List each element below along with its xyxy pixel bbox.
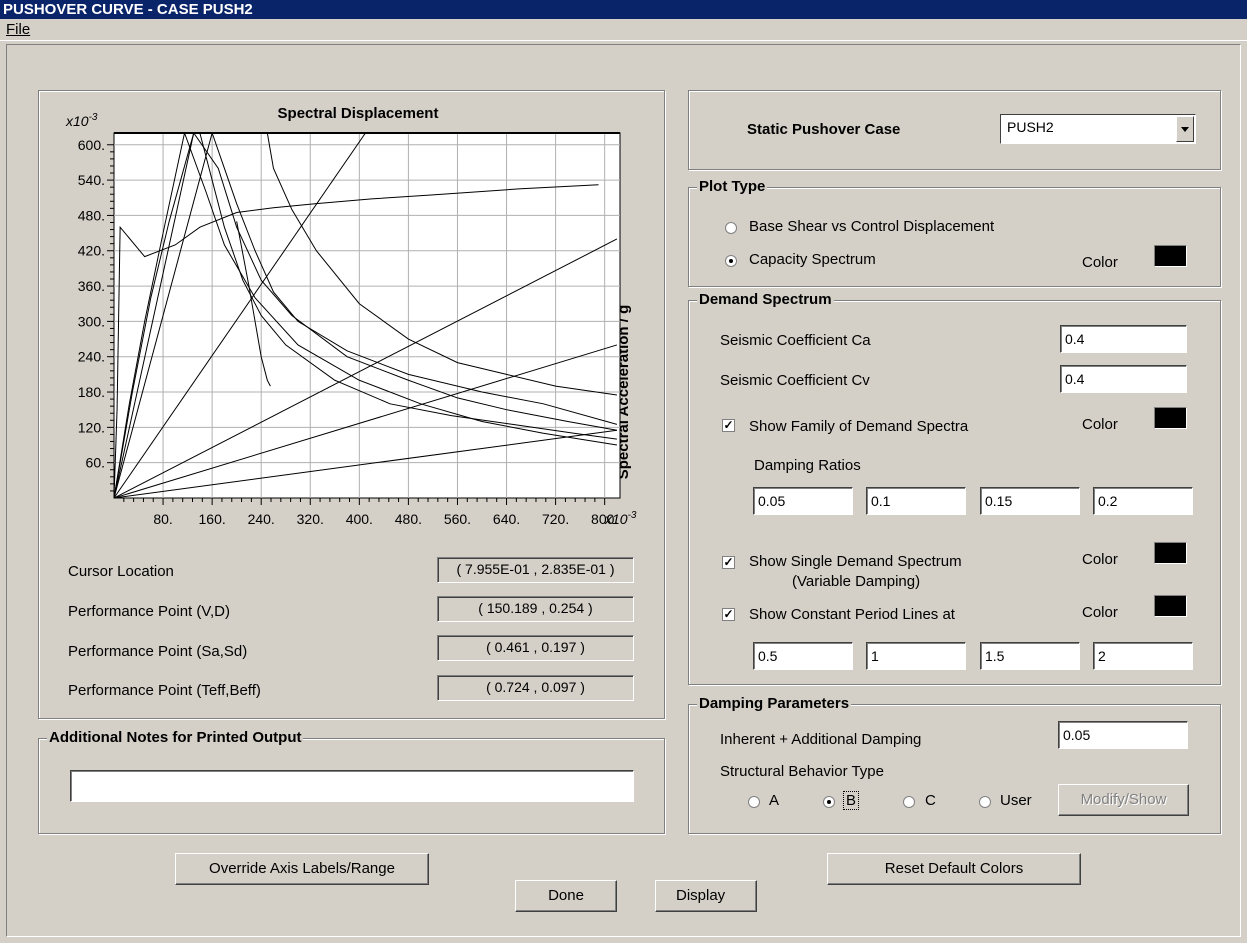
x-tick-label: 320. xyxy=(297,511,324,527)
y-tick-label: 240. xyxy=(78,349,105,365)
x-tick-label: 240. xyxy=(248,511,275,527)
period-input-4[interactable]: 2 xyxy=(1093,642,1193,670)
done-button[interactable]: Done xyxy=(515,880,617,912)
damping-params-title: Damping Parameters xyxy=(697,695,852,712)
pushover-case-label: Static Pushover Case xyxy=(747,121,901,138)
single-label: Show Single Demand Spectrum xyxy=(749,553,962,570)
y-tick-label: 120. xyxy=(78,419,105,435)
cursor-location-label: Cursor Location xyxy=(68,563,174,580)
notes-title: Additional Notes for Printed Output xyxy=(47,729,304,746)
y-tick-label: 360. xyxy=(78,278,105,294)
base-shear-label: Base Shear vs Control Displacement xyxy=(749,218,995,235)
x-tick-label: 400. xyxy=(346,511,373,527)
x-tick-label: 80. xyxy=(153,511,172,527)
reset-colors-button[interactable]: Reset Default Colors xyxy=(827,853,1081,885)
pushover-case-select[interactable]: PUSH2 xyxy=(1000,114,1196,144)
single-color-swatch[interactable] xyxy=(1154,542,1187,564)
behavior-user-label: User xyxy=(1000,792,1032,809)
cv-label: Seismic Coefficient Cv xyxy=(720,372,870,389)
y-tick-label: 540. xyxy=(78,172,105,188)
pushover-case-value: PUSH2 xyxy=(1007,119,1054,135)
damping-input-3[interactable]: 0.15 xyxy=(980,487,1080,515)
period-label: Show Constant Period Lines at xyxy=(749,606,955,623)
y-tick-label: 600. xyxy=(78,137,105,153)
inherent-label: Inherent + Additional Damping xyxy=(720,731,922,748)
single-sub-label: (Variable Damping) xyxy=(792,573,921,590)
behavior-label: Structural Behavior Type xyxy=(720,763,884,780)
y-tick-label: 60. xyxy=(86,455,105,471)
period-input-2[interactable]: 1 xyxy=(866,642,966,670)
cursor-location-value: ( 7.955E-01 , 2.835E-01 ) xyxy=(437,557,634,583)
period-input-1[interactable]: 0.5 xyxy=(753,642,853,670)
plot-type-title: Plot Type xyxy=(697,178,768,195)
y-tick-label: 420. xyxy=(78,243,105,259)
chevron-down-icon[interactable] xyxy=(1176,116,1194,142)
menu-file[interactable]: File xyxy=(6,21,30,38)
y-multiplier: x10-3 xyxy=(65,112,98,129)
pp-vd-label: Performance Point (V,D) xyxy=(68,603,231,620)
pp-teff-value: ( 0.724 , 0.097 ) xyxy=(437,675,634,701)
damping-input-2[interactable]: 0.1 xyxy=(866,487,966,515)
period-color-label: Color xyxy=(1082,604,1118,621)
plot-color-swatch[interactable] xyxy=(1154,245,1187,267)
pp-teff-label: Performance Point (Teff,Beff) xyxy=(68,682,261,699)
notes-input[interactable] xyxy=(70,770,634,802)
x-tick-label: 480. xyxy=(395,511,422,527)
behavior-a-label: A xyxy=(769,792,780,809)
family-color-label: Color xyxy=(1082,416,1118,433)
damping-ratios-label: Damping Ratios xyxy=(754,457,861,474)
behavior-b-label: B xyxy=(843,791,860,810)
chart-x-title: Spectral Displacement xyxy=(278,105,439,122)
menu-bar: File xyxy=(0,19,1247,41)
behavior-c-label: C xyxy=(925,792,936,809)
radio-behavior-user[interactable] xyxy=(979,796,991,808)
radio-behavior-c[interactable] xyxy=(903,796,915,808)
period-input-3[interactable]: 1.5 xyxy=(980,642,1080,670)
ca-input[interactable]: 0.4 xyxy=(1060,325,1187,353)
plot-type-group: Plot Type xyxy=(688,178,1221,287)
pp-sasd-label: Performance Point (Sa,Sd) xyxy=(68,643,248,660)
family-checkbox[interactable]: ✓ xyxy=(722,419,735,432)
x-tick-label: 160. xyxy=(199,511,226,527)
x-tick-label: 800. xyxy=(591,511,618,527)
family-color-swatch[interactable] xyxy=(1154,407,1187,429)
y-tick-label: 480. xyxy=(78,207,105,223)
period-checkbox[interactable]: ✓ xyxy=(722,608,735,621)
pp-sasd-value: ( 0.461 , 0.197 ) xyxy=(437,635,634,661)
period-color-swatch[interactable] xyxy=(1154,595,1187,617)
radio-base-shear[interactable] xyxy=(725,222,737,234)
x-tick-label: 640. xyxy=(493,511,520,527)
ca-label: Seismic Coefficient Ca xyxy=(720,332,871,349)
single-color-label: Color xyxy=(1082,551,1118,568)
radio-behavior-b[interactable] xyxy=(823,796,835,808)
plot-color-label: Color xyxy=(1082,254,1118,271)
inherent-input[interactable]: 0.05 xyxy=(1058,721,1188,749)
title-bar: PUSHOVER CURVE - CASE PUSH2 xyxy=(0,0,1247,19)
x-tick-label: 720. xyxy=(542,511,569,527)
single-checkbox[interactable]: ✓ xyxy=(722,556,735,569)
y-tick-label: 180. xyxy=(78,384,105,400)
pp-vd-value: ( 150.189 , 0.254 ) xyxy=(437,596,634,622)
display-button[interactable]: Display xyxy=(655,880,757,912)
pushover-chart[interactable]: Spectral Displacement Spectral Accelerat… xyxy=(38,92,665,552)
family-label: Show Family of Demand Spectra xyxy=(749,418,969,435)
damping-input-1[interactable]: 0.05 xyxy=(753,487,853,515)
demand-title: Demand Spectrum xyxy=(697,291,834,308)
radio-behavior-a[interactable] xyxy=(748,796,760,808)
y-tick-label: 300. xyxy=(78,313,105,329)
modify-show-button[interactable]: Modify/Show xyxy=(1058,784,1189,816)
radio-capacity-spectrum[interactable] xyxy=(725,255,737,267)
cv-input[interactable]: 0.4 xyxy=(1060,365,1187,393)
capacity-spectrum-label: Capacity Spectrum xyxy=(749,251,876,268)
x-tick-label: 560. xyxy=(444,511,471,527)
override-axis-button[interactable]: Override Axis Labels/Range xyxy=(175,853,429,885)
damping-input-4[interactable]: 0.2 xyxy=(1093,487,1193,515)
